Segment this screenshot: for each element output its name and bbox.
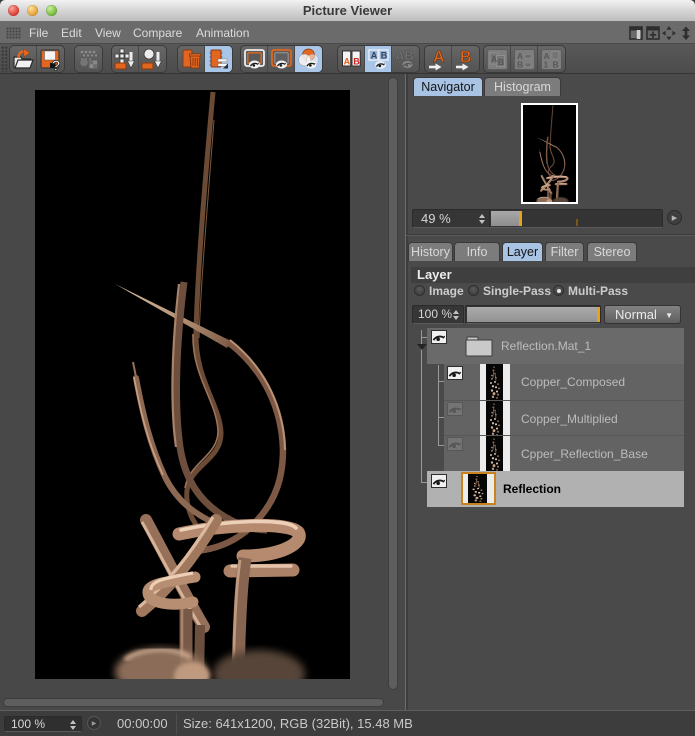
svg-text:?: ? [52, 57, 61, 72]
svg-text:B: B [353, 56, 360, 66]
svg-text:B: B [517, 59, 523, 69]
svg-text:B: B [460, 49, 472, 66]
svg-text:AB: AB [395, 48, 414, 63]
svg-text:B: B [498, 57, 504, 67]
svg-text:B: B [553, 59, 559, 69]
svg-text:1: 1 [544, 59, 549, 69]
svg-text:A: A [433, 49, 445, 66]
svg-text:A: A [370, 50, 377, 60]
svg-text:B: B [380, 50, 387, 60]
svg-text:A: A [491, 54, 497, 64]
svg-text:A: A [343, 56, 350, 66]
